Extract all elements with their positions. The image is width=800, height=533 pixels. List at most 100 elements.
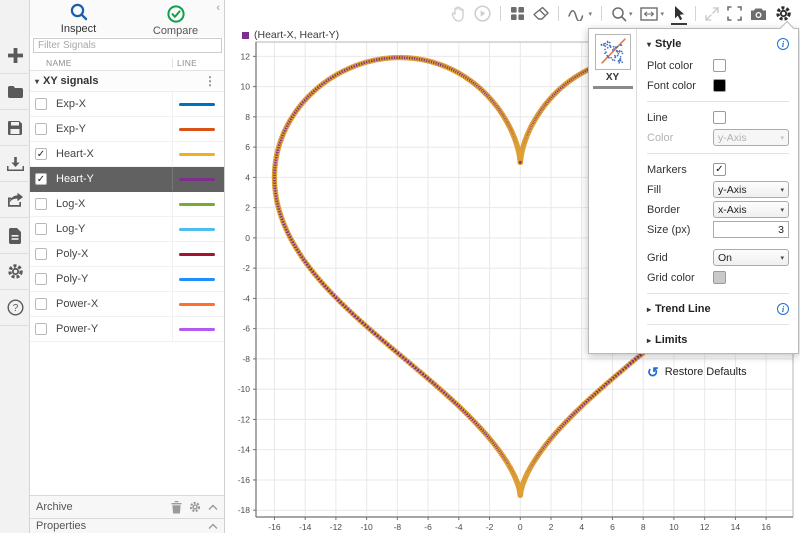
font-color-label: Font color [647, 79, 696, 92]
signal-browser-panel: Inspect Compare ‹ NAME LINE ▾ XY signals… [30, 0, 225, 533]
size-row: Size (px) [647, 220, 789, 239]
line-color-label: Color [647, 131, 674, 144]
signal-trace-options-button[interactable]: ▾ [567, 3, 593, 25]
marker-size-input[interactable] [713, 221, 789, 238]
create-report-button[interactable] [0, 218, 30, 254]
info-icon[interactable]: i [777, 38, 789, 50]
group-menu-kebab[interactable]: ⋮ [204, 74, 216, 88]
line-color-value: y-Axis [718, 131, 747, 144]
replay-button[interactable] [473, 3, 492, 25]
snapshot-button[interactable] [749, 3, 768, 25]
pan-hand-button[interactable] [450, 3, 467, 25]
archive-collapse-chevron-icon[interactable] [208, 504, 218, 511]
signal-checkbox[interactable] [35, 123, 47, 135]
grid-color-swatch[interactable] [713, 271, 726, 284]
markers-checkbox[interactable]: ✓ [713, 163, 726, 176]
save-session-button[interactable] [0, 110, 30, 146]
import-button[interactable] [0, 146, 30, 182]
zoom-tool-button[interactable]: ▾ [610, 3, 634, 25]
help-button[interactable]: ? [0, 290, 30, 326]
signal-line-swatch [179, 302, 215, 306]
info-icon[interactable]: i [777, 303, 789, 315]
clear-plots-button[interactable] [532, 3, 550, 25]
signal-wave-icon [568, 7, 586, 21]
line-checkbox[interactable] [713, 111, 726, 124]
style-section-header[interactable]: ▾ Style i [647, 35, 789, 53]
signal-group-row[interactable]: ▾ XY signals ⋮ [30, 71, 224, 92]
pop-out-button[interactable] [704, 3, 720, 25]
markers-row: Markers ✓ [647, 160, 789, 179]
plot-color-row: Plot color [647, 56, 789, 75]
signal-row[interactable]: Poly-Y [30, 267, 224, 292]
signal-row[interactable]: ✓ Heart-Y [30, 167, 224, 192]
group-expand-triangle[interactable]: ▾ [35, 77, 39, 86]
document-icon [8, 227, 22, 244]
properties-collapse-chevron-icon[interactable] [208, 523, 218, 530]
signal-checkbox[interactable] [35, 298, 47, 310]
tab-compare-label: Compare [152, 24, 199, 37]
collapse-panel-chevron[interactable]: ‹ [216, 2, 220, 14]
x-tick-label: -14 [299, 522, 312, 532]
xy-tab-active-indicator [592, 86, 633, 89]
signal-checkbox[interactable] [35, 248, 47, 260]
xy-visualization-thumbnail[interactable] [594, 34, 631, 70]
font-color-swatch[interactable] [713, 79, 726, 92]
add-signals-button[interactable] [0, 38, 30, 74]
fill-select[interactable]: y-Axis ▾ [713, 181, 789, 198]
fit-to-view-button[interactable]: ▾ [639, 3, 665, 25]
plot-color-swatch[interactable] [713, 59, 726, 72]
x-tick-label: 14 [731, 522, 741, 532]
signal-checkbox[interactable] [35, 198, 47, 210]
grid-select[interactable]: On ▾ [713, 249, 789, 266]
signal-row[interactable]: Exp-X [30, 92, 224, 117]
border-select[interactable]: x-Axis ▾ [713, 201, 789, 218]
open-session-button[interactable] [0, 74, 30, 110]
signal-checkbox[interactable]: ✓ [35, 173, 47, 185]
signal-row[interactable]: Log-Y [30, 217, 224, 242]
mode-tabs: Inspect Compare ‹ [30, 0, 224, 37]
tab-compare[interactable]: Compare [127, 0, 224, 37]
signal-checkbox[interactable] [35, 98, 47, 110]
preferences-button[interactable] [0, 254, 30, 290]
signal-checkbox[interactable]: ✓ [35, 148, 47, 160]
signal-line-swatch [179, 177, 215, 181]
x-tick-label: 16 [761, 522, 771, 532]
trend-line-section-header[interactable]: ▸ Trend Line i [647, 300, 789, 318]
properties-section-header[interactable]: Properties [30, 518, 224, 533]
grid-color-row: Grid color [647, 268, 789, 287]
signal-row[interactable]: ✓ Heart-X [30, 142, 224, 167]
toolbar-separator [600, 6, 602, 21]
save-floppy-icon [7, 120, 23, 136]
signal-name-label: Exp-X [56, 98, 86, 110]
x-tick-label: -12 [330, 522, 343, 532]
y-tick-label: -10 [238, 384, 251, 394]
eraser-icon [533, 6, 550, 21]
signal-row[interactable]: Power-Y [30, 317, 224, 342]
export-button[interactable] [0, 182, 30, 218]
restore-defaults-button[interactable]: ↺ Restore Defaults [647, 362, 789, 382]
signal-checkbox[interactable] [35, 273, 47, 285]
line-color-select[interactable]: y-Axis ▾ [713, 129, 789, 146]
signal-checkbox[interactable] [35, 323, 47, 335]
properties-label: Properties [36, 520, 87, 532]
signal-row[interactable]: Log-X [30, 192, 224, 217]
signal-row[interactable]: Exp-Y [30, 117, 224, 142]
tab-inspect[interactable]: Inspect [30, 0, 127, 37]
select-cursor-button[interactable] [671, 3, 687, 25]
limits-section-header[interactable]: ▸ Limits [647, 331, 789, 349]
fullscreen-button[interactable] [726, 3, 743, 25]
archive-section-header[interactable]: Archive [30, 495, 224, 518]
filter-signals-input[interactable] [33, 38, 222, 53]
archive-settings-gear-icon[interactable] [189, 501, 201, 513]
signal-row[interactable]: Poly-X [30, 242, 224, 267]
trash-icon[interactable] [171, 500, 182, 514]
signal-row[interactable]: Power-X [30, 292, 224, 317]
tab-inspect-label: Inspect [60, 23, 97, 35]
chevron-down-icon: ▾ [780, 186, 784, 194]
subplot-layout-button[interactable] [509, 3, 526, 25]
signal-name-label: Heart-Y [56, 173, 94, 185]
y-tick-label: -6 [242, 324, 250, 334]
visualization-settings-button[interactable] [774, 3, 793, 25]
limits-label: Limits [655, 334, 688, 346]
signal-checkbox[interactable] [35, 223, 47, 235]
